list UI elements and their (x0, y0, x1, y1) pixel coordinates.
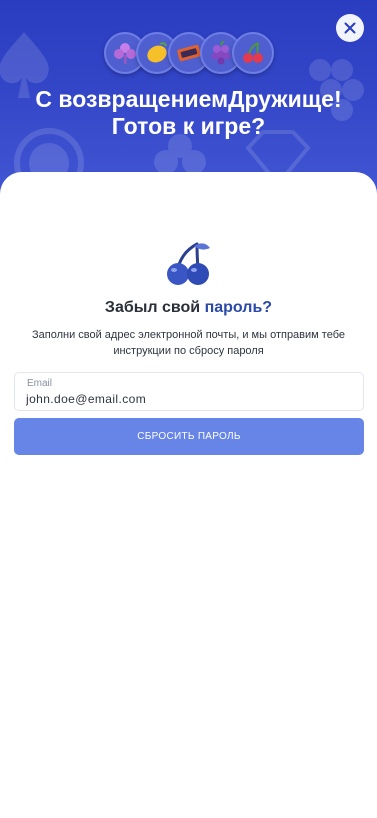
title-part1: Забыл свой (104, 299, 205, 316)
close-button[interactable] (336, 14, 364, 42)
hero-title-line2: Готов к игре? (111, 113, 266, 139)
instructions-text: Заполни свой адрес электронной почты, и … (31, 329, 345, 357)
close-icon (344, 22, 356, 34)
hero-title-line1: С возвращениемДружище! (35, 86, 342, 112)
email-input[interactable] (26, 391, 346, 407)
slot-badges (104, 32, 274, 74)
email-label: Email (27, 378, 53, 389)
cherries-icon (232, 32, 274, 74)
cherries-icon (167, 242, 210, 285)
page-title: Забыл свой пароль? (0, 299, 377, 317)
hero-title: С возвращениемДружище! Готов к игре? (0, 86, 377, 140)
reset-password-button[interactable]: СБРОСИТЬ ПАРОЛЬ (14, 418, 364, 455)
email-field[interactable]: Email (14, 372, 364, 411)
title-accent: пароль? (204, 299, 273, 316)
hero-banner: С возвращениемДружище! Готов к игре? (0, 0, 377, 200)
